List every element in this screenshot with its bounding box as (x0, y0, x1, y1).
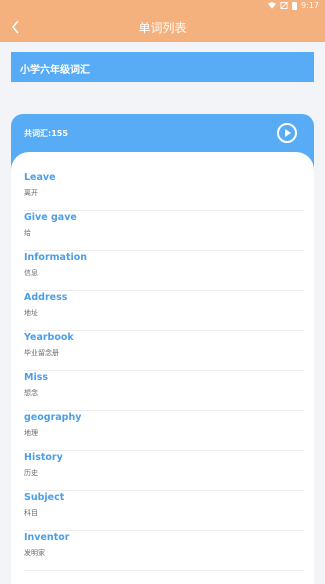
word-list: Leave 离开 Give gave 给 Information 信息 Addr… (24, 171, 303, 571)
word-item[interactable]: Address 地址 (24, 291, 303, 331)
word-english: History (24, 452, 63, 463)
word-item[interactable]: Miss 想念 (24, 371, 303, 411)
word-english: Leave (24, 172, 56, 183)
word-english: geography (24, 412, 82, 423)
word-chinese: 想念 (24, 389, 38, 397)
status-time: 9:17 (301, 1, 319, 10)
word-english: Subject (24, 492, 65, 503)
word-chinese: 科目 (24, 509, 38, 517)
word-item[interactable]: Leave 离开 (24, 171, 303, 211)
play-icon (285, 129, 291, 137)
wifi-icon (268, 2, 277, 9)
word-english: Yearbook (24, 332, 74, 343)
word-item[interactable]: Information 信息 (24, 251, 303, 291)
word-chinese: 给 (24, 229, 31, 237)
word-english: Inventor (24, 532, 70, 543)
word-chinese: 信息 (24, 269, 38, 277)
word-english: Give gave (24, 212, 77, 223)
word-item[interactable]: History 历史 (24, 451, 303, 491)
word-chinese: 离开 (24, 189, 38, 197)
page-title: 单词列表 (138, 21, 187, 35)
app-bar: 单词列表 (0, 12, 325, 42)
grade-title: 小学六年级词汇 (20, 65, 90, 76)
word-english: Address (24, 292, 68, 303)
word-english: Miss (24, 372, 49, 383)
word-item[interactable]: Inventor 发明家 (24, 531, 303, 571)
word-chinese: 地址 (24, 309, 38, 317)
word-item[interactable]: Yearbook 毕业留念册 (24, 331, 303, 371)
status-bar: 9:17 (0, 0, 325, 12)
grade-banner: 小学六年级词汇 (11, 52, 314, 82)
word-item[interactable]: geography 地理 (24, 411, 303, 451)
word-list-card: 共词汇:155 Leave 离开 Give gave 给 Information… (11, 114, 314, 584)
word-chinese: 历史 (24, 469, 38, 477)
signal-icon (280, 2, 288, 9)
word-chinese: 毕业留念册 (24, 349, 59, 357)
word-chinese: 发明家 (24, 549, 45, 557)
word-count: 共词汇:155 (24, 129, 68, 138)
battery-icon (292, 1, 298, 10)
word-chinese: 地理 (24, 429, 38, 437)
play-all-button[interactable] (277, 123, 297, 143)
word-english: Information (24, 252, 88, 263)
word-list-area: Leave 离开 Give gave 给 Information 信息 Addr… (11, 152, 314, 584)
word-item[interactable]: Subject 科目 (24, 491, 303, 531)
status-icons: 9:17 (268, 1, 319, 10)
word-item[interactable]: Give gave 给 (24, 211, 303, 251)
